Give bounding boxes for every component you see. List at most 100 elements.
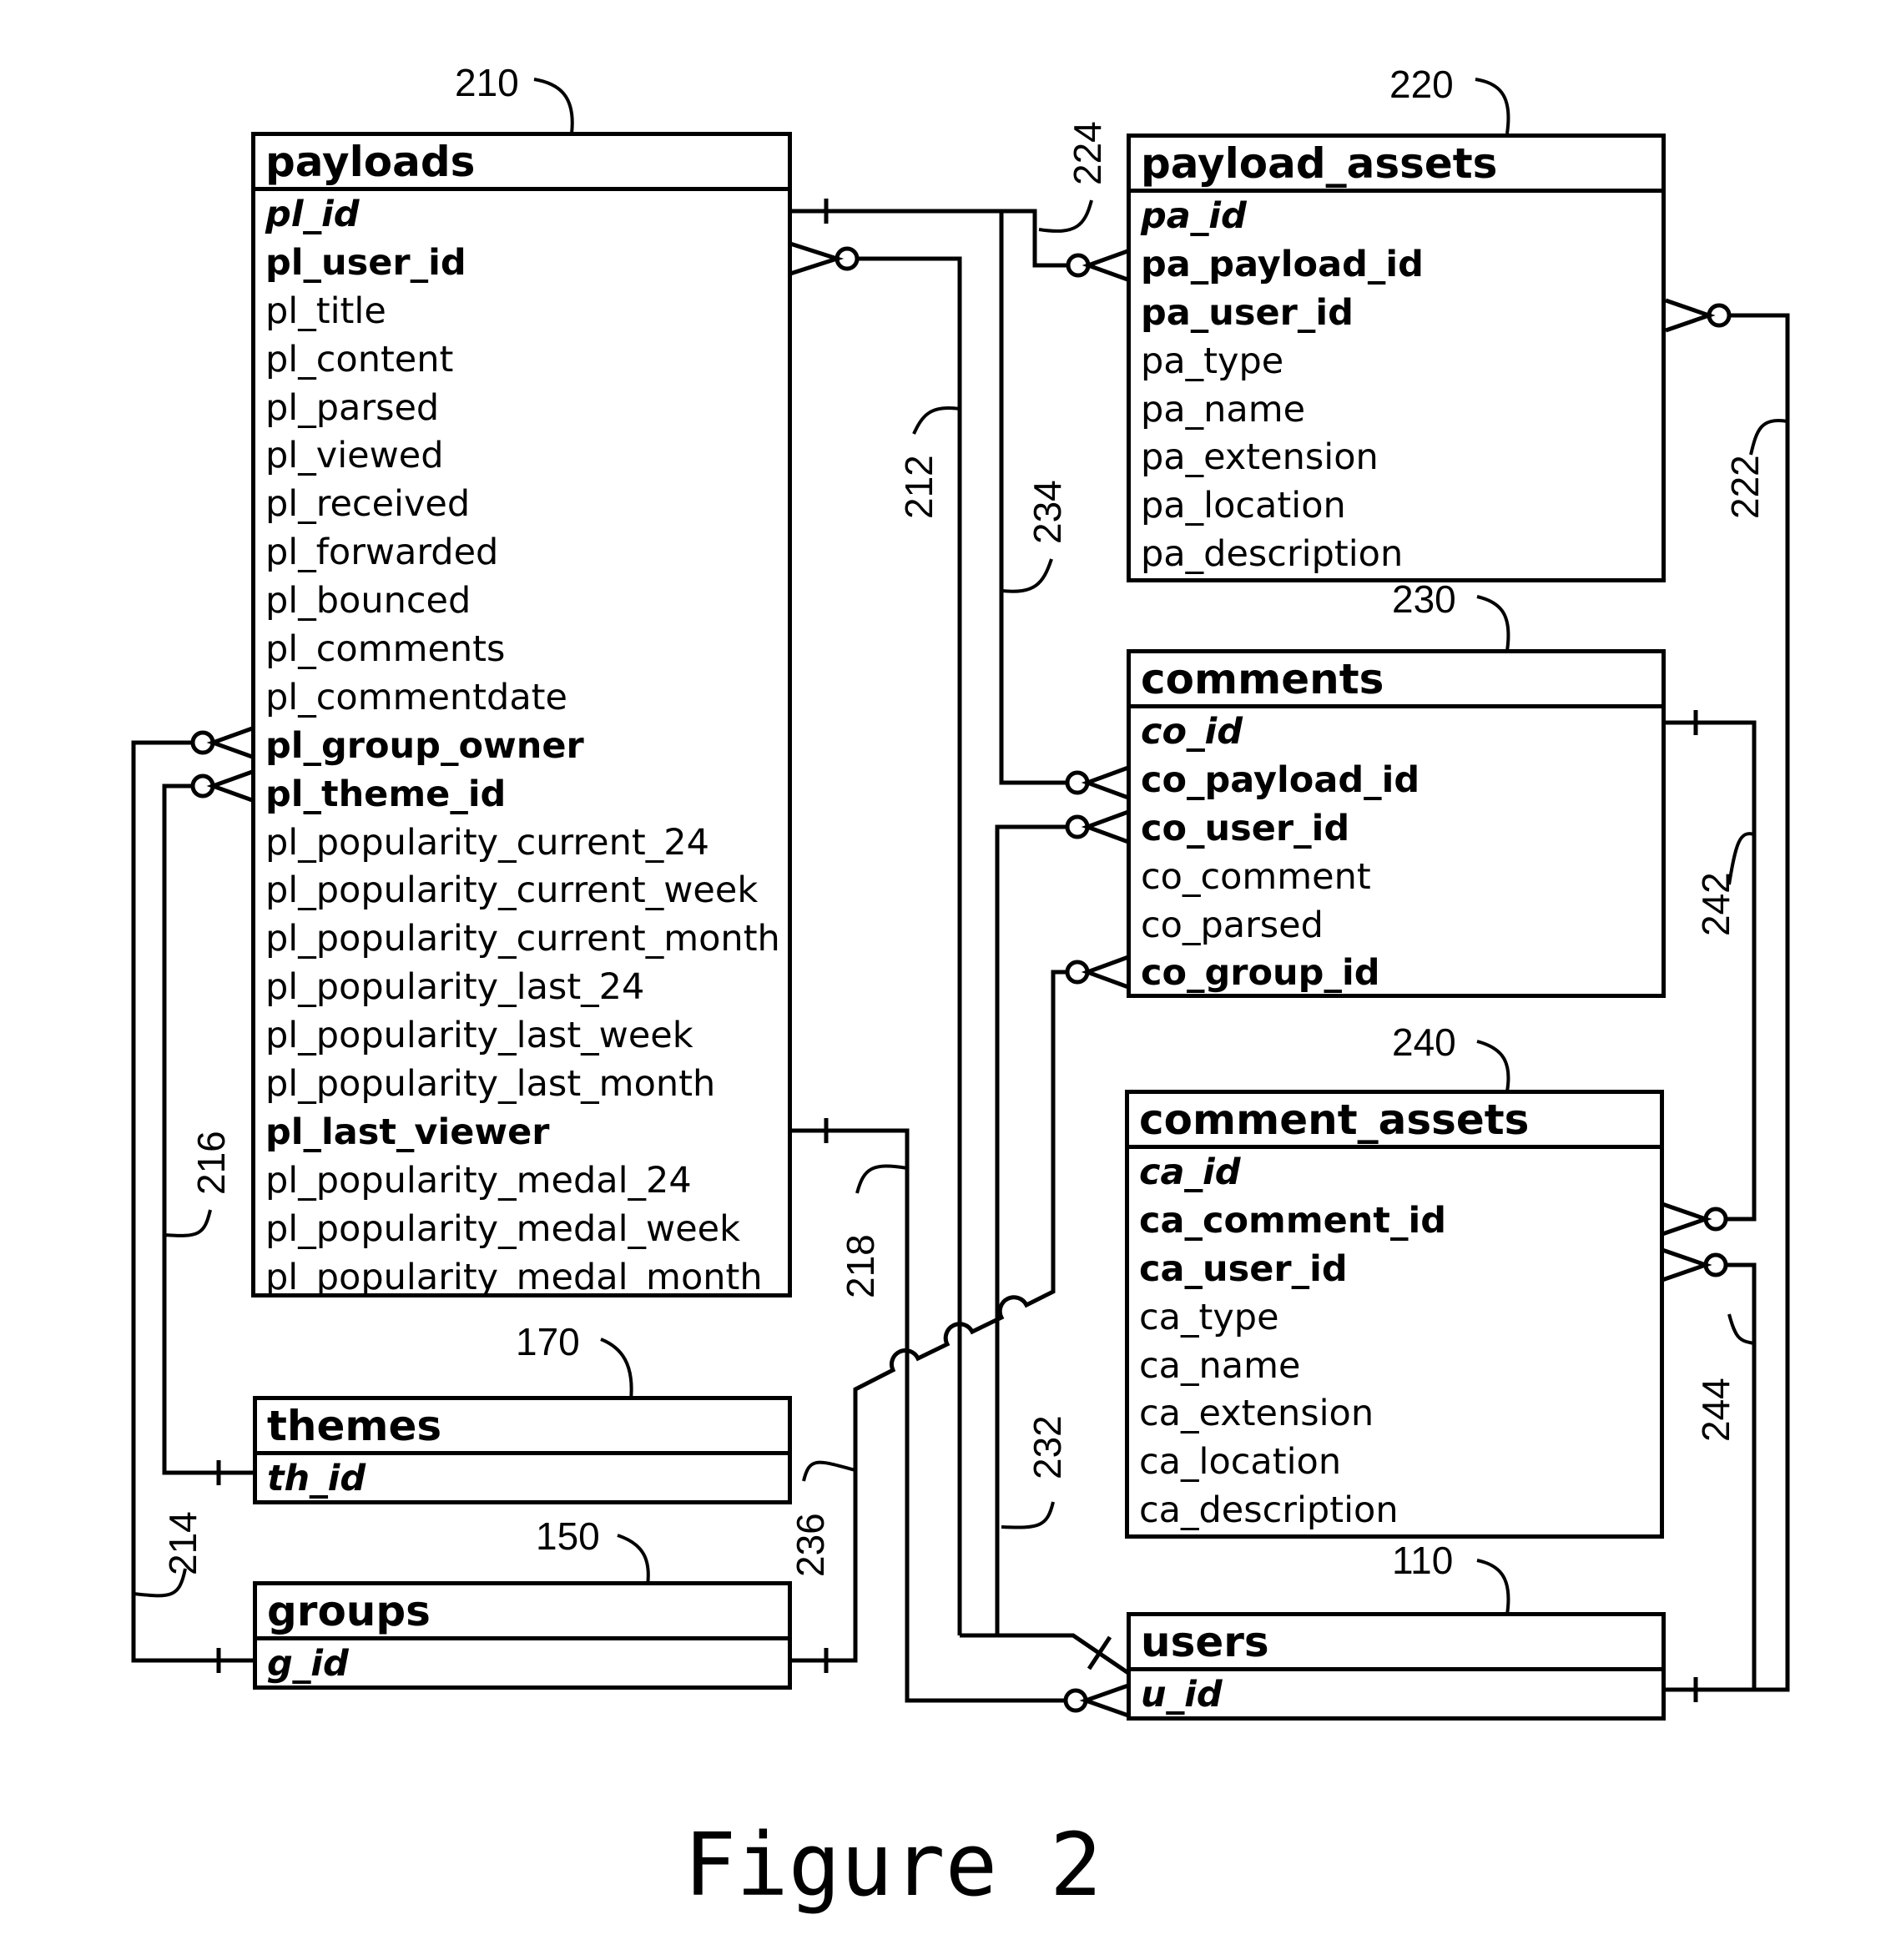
- field-pl-popularity-last-month: pl_popularity_last_month: [265, 1063, 716, 1106]
- table-title: payload_assets: [1131, 138, 1662, 193]
- ref-label-242: 242: [1694, 872, 1737, 936]
- ref-label-212: 212: [897, 455, 940, 519]
- table-title: users: [1131, 1616, 1662, 1671]
- ref-label-216: 216: [189, 1131, 233, 1195]
- ref-label-220: 220: [1389, 63, 1454, 106]
- field-pl-popularity-last-24: pl_popularity_last_24: [265, 966, 645, 1009]
- leader-170: [600, 1338, 633, 1401]
- ref-label-150: 150: [536, 1514, 600, 1558]
- leader-212: [912, 406, 961, 435]
- table-themes: themes th_id: [253, 1396, 792, 1504]
- table-title: payloads: [255, 136, 788, 191]
- table-title: comment_assets: [1129, 1094, 1660, 1149]
- field-ca-id: ca_id: [1139, 1151, 1241, 1193]
- field-pl-commentdate: pl_commentdate: [265, 676, 567, 718]
- ref-label-170: 170: [516, 1320, 580, 1363]
- field-co-comment: co_comment: [1141, 855, 1371, 898]
- relationship-244-line: [1662, 1247, 1757, 1690]
- field-g-id: g_id: [267, 1643, 349, 1685]
- field-ca-type: ca_type: [1139, 1296, 1279, 1338]
- field-pl-content: pl_content: [265, 338, 454, 380]
- field-ca-user-id: ca_user_id: [1139, 1247, 1348, 1290]
- field-ca-comment-id: ca_comment_id: [1139, 1199, 1446, 1242]
- field-pa-id: pa_id: [1141, 195, 1247, 237]
- field-pl-user-id: pl_user_id: [265, 241, 466, 284]
- field-pl-title: pl_title: [265, 290, 386, 332]
- field-pl-forwarded: pl_forwarded: [265, 532, 499, 574]
- leader-224: [1038, 199, 1093, 233]
- leader-110: [1476, 1559, 1510, 1615]
- ref-label-224: 224: [1066, 121, 1109, 185]
- field-co-parsed: co_parsed: [1141, 904, 1324, 946]
- field-pl-id: pl_id: [265, 194, 360, 235]
- field-ca-name: ca_name: [1139, 1344, 1301, 1387]
- field-pa-location: pa_location: [1141, 485, 1346, 527]
- leader-240: [1476, 1040, 1510, 1092]
- relationship-242-line: [1662, 710, 1757, 1237]
- table-payloads: payloads pl_id pl_user_id pl_title pl_conte…: [251, 132, 792, 1298]
- field-pl-comments: pl_comments: [265, 628, 506, 671]
- ref-label-222: 222: [1723, 455, 1767, 519]
- ref-label-240: 240: [1392, 1020, 1456, 1064]
- field-pl-group-owner: pl_group_owner: [265, 724, 584, 767]
- leader-222: [1749, 419, 1788, 456]
- table-groups: groups g_id: [253, 1581, 792, 1690]
- field-pl-popularity-medal-week: pl_popularity_medal_week: [265, 1207, 741, 1250]
- leader-218: [855, 1164, 908, 1194]
- field-pl-popularity-last-week: pl_popularity_last_week: [265, 1015, 693, 1057]
- field-pl-received: pl_received: [265, 483, 471, 526]
- field-ca-location: ca_location: [1139, 1441, 1342, 1484]
- table-title: comments: [1131, 653, 1662, 708]
- table-users: users u_id: [1127, 1612, 1666, 1721]
- field-pl-popularity-medal-month: pl_popularity_medal_month: [265, 1256, 763, 1298]
- ref-label-236: 236: [789, 1513, 832, 1577]
- field-pa-type: pa_type: [1141, 340, 1284, 382]
- field-co-payload-id: co_payload_id: [1141, 758, 1420, 801]
- field-pl-last-viewer: pl_last_viewer: [265, 1111, 550, 1153]
- field-co-user-id: co_user_id: [1141, 807, 1350, 849]
- field-u-id: u_id: [1141, 1674, 1223, 1716]
- ref-label-230: 230: [1392, 577, 1456, 621]
- table-comments: comments co_id co_payload_id co_user_id co_…: [1127, 649, 1666, 998]
- figure-caption: Figure 2: [683, 1814, 1102, 1916]
- relationship-216-line: [162, 768, 255, 1485]
- relationship-212-line: [789, 241, 962, 1635]
- field-pa-user-id: pa_user_id: [1141, 291, 1354, 334]
- ref-label-234: 234: [1026, 480, 1069, 544]
- table-payload-assets: payload_assets pa_id pa_payload_id pa_user…: [1127, 134, 1666, 582]
- field-co-id: co_id: [1141, 711, 1243, 753]
- field-pl-popularity-medal-24: pl_popularity_medal_24: [265, 1159, 692, 1202]
- leader-244: [1727, 1313, 1755, 1345]
- field-pl-popularity-current-24: pl_popularity_current_24: [265, 821, 709, 864]
- ref-label-232: 232: [1026, 1415, 1069, 1479]
- field-th-id: th_id: [267, 1458, 366, 1499]
- table-comment-assets: comment_assets ca_id ca_comment_id ca_user…: [1125, 1090, 1664, 1539]
- field-pl-viewed: pl_viewed: [265, 435, 444, 477]
- field-pl-parsed: pl_parsed: [265, 386, 440, 429]
- field-ca-extension: ca_extension: [1139, 1393, 1374, 1435]
- field-co-group-id: co_group_id: [1141, 952, 1380, 995]
- ref-label-110: 110: [1392, 1539, 1454, 1582]
- ref-label-210: 210: [455, 61, 519, 104]
- field-pa-extension: pa_extension: [1141, 436, 1379, 479]
- leader-230: [1476, 595, 1510, 652]
- leader-234: [1001, 558, 1053, 593]
- leader-232: [1001, 1501, 1055, 1529]
- field-pl-popularity-current-month: pl_popularity_current_month: [265, 918, 780, 960]
- ref-label-244: 244: [1694, 1378, 1737, 1442]
- field-pl-theme-id: pl_theme_id: [265, 773, 507, 815]
- leader-150: [617, 1534, 650, 1586]
- ref-label-214: 214: [161, 1511, 204, 1575]
- table-title: groups: [257, 1585, 788, 1640]
- field-pl-popularity-current-week: pl_popularity_current_week: [265, 869, 759, 912]
- field-pl-bounced: pl_bounced: [265, 580, 471, 622]
- field-pa-description: pa_description: [1141, 533, 1404, 576]
- table-title: themes: [257, 1400, 788, 1455]
- relationship-232-line: [960, 809, 1130, 1675]
- leader-236: [802, 1460, 856, 1482]
- leader-220: [1475, 78, 1510, 134]
- field-pa-name: pa_name: [1141, 388, 1306, 431]
- field-pa-payload-id: pa_payload_id: [1141, 243, 1424, 285]
- leader-216: [164, 1209, 212, 1237]
- leader-210: [533, 78, 574, 134]
